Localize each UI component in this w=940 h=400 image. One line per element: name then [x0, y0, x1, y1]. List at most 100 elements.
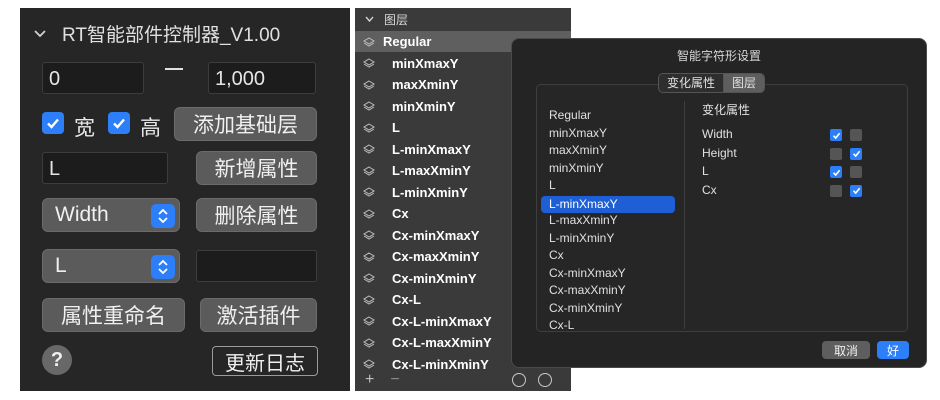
delete-attribute-button[interactable]: 删除属性 [196, 198, 317, 232]
layer-item-label: Cx-maxXminY [392, 249, 480, 264]
layer-option[interactable]: maxXminY [549, 143, 607, 157]
layer-stack-icon [363, 337, 375, 348]
layer-item-label: maxXminY [392, 77, 459, 92]
layers-footer: + − [355, 369, 571, 391]
layer-option[interactable]: minXmaxY [549, 126, 607, 140]
properties-header: 变化属性 [702, 103, 751, 117]
layer-option[interactable]: L-maxXminY [549, 213, 618, 227]
layer-stack-icon [363, 359, 375, 369]
attribute-name-input[interactable]: L [42, 152, 168, 184]
width-checkbox[interactable] [42, 112, 64, 134]
layers-header-label: 图层 [384, 12, 409, 27]
property-min-checkbox[interactable] [830, 147, 842, 160]
range-to-input[interactable]: 1,000 [208, 62, 316, 94]
height-checkbox[interactable] [108, 112, 130, 134]
layer-item-label: minXmaxY [392, 55, 459, 71]
help-button[interactable]: ? [42, 345, 72, 375]
layer-stack-icon [363, 122, 375, 133]
layer-item-label: Cx-L-maxXminY [392, 335, 492, 350]
filter-icon[interactable] [512, 373, 526, 387]
checkmark-icon [47, 118, 59, 129]
property-name: Cx [702, 182, 717, 197]
chevron-down-icon[interactable] [365, 16, 374, 23]
tab-layers[interactable]: 图层 [723, 74, 765, 92]
layer-stack-icon [363, 273, 375, 283]
layer-item-label: Cx-L-minXmaxY [392, 313, 492, 329]
controller-panel: RT智能部件控制器_V1.00 0 1,000 宽 高 添加基础层 L 新增属性… [20, 8, 350, 391]
panel-title: RT智能部件控制器_V1.00 [62, 25, 281, 46]
layer-option[interactable]: L [549, 178, 556, 192]
layer-stack-icon [363, 294, 375, 305]
select-arrows-icon [151, 204, 175, 228]
select-arrows-icon [151, 255, 175, 279]
layer-option[interactable]: Cx-minXmaxY [549, 266, 626, 280]
checkmark-icon [852, 150, 860, 158]
height-label: 高 [140, 117, 161, 140]
layer-option[interactable]: L-minXmaxY [541, 195, 675, 213]
layer-stack-icon [363, 165, 375, 176]
rename-attribute-button[interactable]: 属性重命名 [42, 298, 185, 332]
chevron-down-icon[interactable] [34, 29, 46, 38]
property-name: Width [702, 127, 733, 141]
changelog-button[interactable]: 更新日志 [212, 346, 318, 376]
dialog-title: 智能字符形设置 [676, 49, 761, 63]
layer-option[interactable]: L-minXminY [549, 231, 614, 245]
property-max-checkbox[interactable] [850, 166, 862, 178]
layers-header[interactable]: 图层 [355, 8, 571, 30]
checkmark-icon [852, 187, 860, 195]
more-options-icon[interactable] [538, 373, 552, 387]
remove-layer-button[interactable]: − [390, 371, 399, 389]
value-input[interactable] [196, 250, 317, 282]
add-attribute-button[interactable]: 新增属性 [196, 151, 317, 185]
property-min-checkbox[interactable] [830, 129, 842, 141]
add-layer-button[interactable]: + [365, 371, 374, 389]
layer-stack-icon [363, 187, 375, 197]
layer-option[interactable]: Regular [549, 108, 591, 122]
layer-option[interactable]: Cx-maxXminY [549, 283, 626, 297]
dialog-tabs: 变化属性 图层 [658, 73, 766, 93]
layer-item-label: minXminY [392, 98, 456, 114]
range-dash [165, 68, 183, 70]
activate-plugin-button[interactable]: 激活插件 [200, 298, 317, 332]
layer-stack-icon [363, 208, 375, 219]
range-from-input[interactable]: 0 [42, 62, 144, 94]
layer-stack-icon [363, 101, 375, 111]
layer-item-label: Regular [383, 34, 432, 49]
property-min-checkbox[interactable] [830, 184, 842, 197]
dialog-divider [684, 101, 685, 329]
layer-item-label: Cx [392, 206, 409, 221]
layer-item-label: L [392, 120, 400, 135]
axis-select-value: Width [55, 203, 109, 226]
panel-title-row[interactable]: RT智能部件控制器_V1.00 [34, 20, 280, 47]
checkmark-icon [832, 169, 840, 176]
layer-item-label: L-maxXminY [392, 163, 471, 178]
layer-item-label: Cx-minXmaxY [392, 227, 480, 243]
layer-stack-icon [363, 58, 375, 68]
layer-option[interactable]: Cx-minXminY [549, 301, 622, 315]
width-label: 宽 [74, 117, 95, 140]
axis-select[interactable]: Width [42, 198, 180, 232]
property-max-checkbox[interactable] [850, 147, 862, 160]
layer-option[interactable]: Cx [549, 248, 564, 262]
value-select[interactable]: L [42, 249, 180, 283]
value-select-value: L [55, 254, 67, 277]
cancel-button[interactable]: 取消 [822, 341, 870, 359]
layer-item-label: Cx-minXminY [392, 270, 477, 286]
checkmark-icon [113, 118, 125, 129]
layer-item-label: L-minXmaxY [392, 141, 471, 157]
layer-stack-icon [363, 79, 375, 90]
property-max-checkbox[interactable] [850, 129, 862, 141]
layer-stack-icon [363, 144, 375, 154]
layer-option[interactable]: minXminY [549, 161, 604, 175]
layer-stack-icon [363, 316, 375, 326]
property-max-checkbox[interactable] [850, 184, 862, 197]
smart-glyph-settings-dialog: 智能字符形设置 变化属性 图层 Regular minXmaxY maxXminY m… [511, 38, 927, 368]
add-base-layer-button[interactable]: 添加基础层 [174, 107, 317, 141]
tab-properties[interactable]: 变化属性 [659, 74, 723, 92]
ok-button[interactable]: 好 [877, 341, 909, 359]
layer-option[interactable]: Cx-L [549, 318, 574, 332]
property-min-checkbox[interactable] [830, 166, 842, 178]
layer-item-label: Cx-L [392, 292, 421, 307]
layer-stack-icon [363, 230, 375, 240]
property-name: Height [702, 145, 737, 160]
